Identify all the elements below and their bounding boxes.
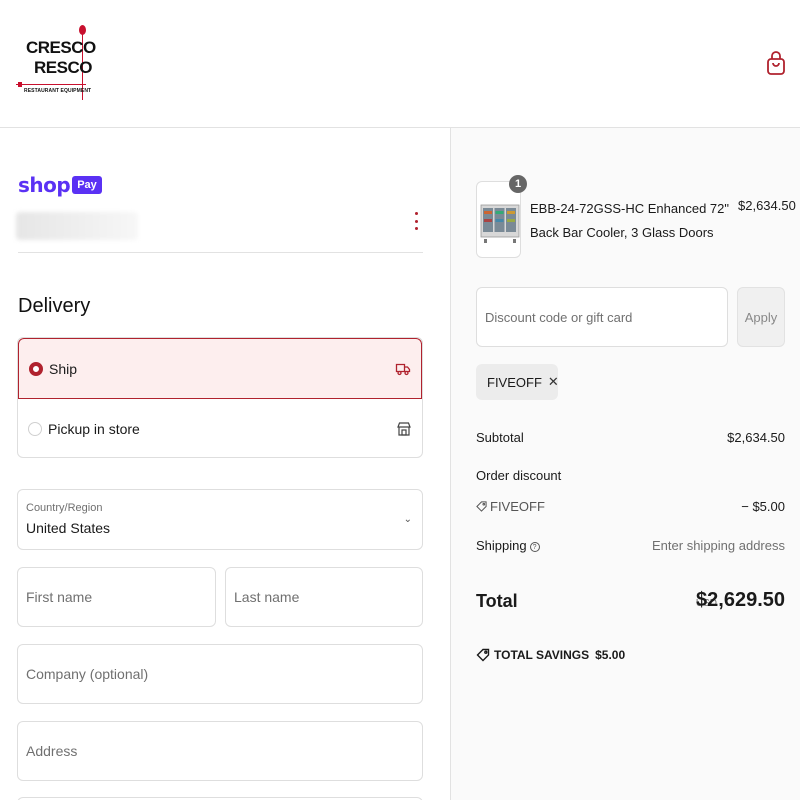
pickup-label: Pickup in store <box>48 421 140 437</box>
total-label: Total <box>476 591 518 611</box>
last-name-field[interactable]: Last name <box>225 567 423 627</box>
logo-line1: CRESCO <box>26 38 96 57</box>
savings-tag-icon <box>476 648 490 662</box>
product-price: $2,634.50 <box>738 198 796 213</box>
address-field[interactable]: Address <box>17 721 423 781</box>
applied-discount-chip: FIVEOFF ✕ <box>476 364 559 400</box>
chevron-down-icon: ⌄ <box>403 514 412 525</box>
order-discount-label: Order discount <box>476 468 562 483</box>
store-logo[interactable]: CRESCO RESCO RESTAURANT EQUIPMENT <box>16 24 96 104</box>
discount-placeholder: Discount code or gift card <box>485 309 633 325</box>
company-placeholder: Company (optional) <box>26 666 149 682</box>
first-name-placeholder: First name <box>26 589 93 605</box>
truck-icon <box>395 363 411 375</box>
more-options-icon[interactable] <box>410 210 422 232</box>
shop-pay-badge: Pay <box>72 176 102 194</box>
discount-code-line: FIVEOFF <box>476 499 785 514</box>
logo-tagline: RESTAURANT EQUIPMENT <box>24 88 92 94</box>
country-label: Country/Region <box>26 502 103 514</box>
address-placeholder: Address <box>26 743 78 759</box>
country-value: United States <box>26 520 111 536</box>
pickup-radio[interactable] <box>28 422 42 436</box>
discount-value: − $5.00 <box>741 499 785 514</box>
shipping-row: Shipping? Enter shipping address <box>476 538 785 553</box>
last-name-placeholder: Last name <box>234 589 300 605</box>
discount-code-row: FIVEOFF − $5.00 <box>476 499 785 514</box>
remove-discount-icon[interactable]: ✕ <box>548 374 559 390</box>
logo-horizontal-line <box>16 84 86 85</box>
savings-label: TOTAL SAVINGS <box>494 648 590 662</box>
first-name-field[interactable]: First name <box>17 567 216 627</box>
cooler-image <box>480 204 520 243</box>
country-select[interactable]: Country/Region United States ⌄ <box>17 489 423 550</box>
delivery-option-ship[interactable]: Ship <box>18 338 422 399</box>
divider <box>18 252 423 253</box>
logo-line2: RESCO <box>34 58 92 77</box>
shop-pay-logo: shop Pay <box>18 173 102 197</box>
account-email-redacted <box>16 212 138 240</box>
ship-radio[interactable] <box>29 361 43 376</box>
apply-button[interactable]: Apply <box>737 287 785 347</box>
discount-code-name: FIVEOFF <box>490 499 545 514</box>
total-savings: TOTAL SAVINGS $5.00 <box>476 646 625 664</box>
shop-pay-shop: shop <box>18 173 71 197</box>
total-value: $2,629.50 <box>696 589 785 611</box>
store-icon <box>397 422 411 436</box>
tag-icon <box>476 501 487 512</box>
item-quantity-badge: 1 <box>509 175 527 193</box>
product-name: EBB-24-72GSS-HC Enhanced 72" Back Bar Co… <box>530 201 729 240</box>
applied-code-text: FIVEOFF <box>487 374 542 390</box>
shopping-bag-icon[interactable] <box>765 50 787 76</box>
company-field[interactable]: Company (optional) <box>17 644 423 704</box>
delivery-heading: Delivery <box>18 295 91 317</box>
help-icon[interactable]: ? <box>529 542 540 552</box>
logo-tick <box>18 82 22 87</box>
savings-value: $5.00 <box>595 648 626 662</box>
subtotal-label: Subtotal <box>476 430 524 445</box>
shipping-label: Shipping <box>476 538 527 553</box>
total-row: Total USD $2,629.50 <box>476 588 785 614</box>
header: CRESCO RESCO RESTAURANT EQUIPMENT <box>0 0 800 128</box>
delivery-method-group: Ship Pickup in store <box>17 337 423 458</box>
ship-label: Ship <box>49 360 78 377</box>
discount-code-input[interactable]: Discount code or gift card <box>476 287 728 347</box>
shipping-value: Enter shipping address <box>652 538 785 553</box>
subtotal-value: $2,634.50 <box>727 430 785 445</box>
subtotal-row: Subtotal $2,634.50 <box>476 430 785 445</box>
delivery-option-pickup[interactable]: Pickup in store <box>18 399 422 457</box>
order-discount-row: Order discount <box>476 468 785 483</box>
